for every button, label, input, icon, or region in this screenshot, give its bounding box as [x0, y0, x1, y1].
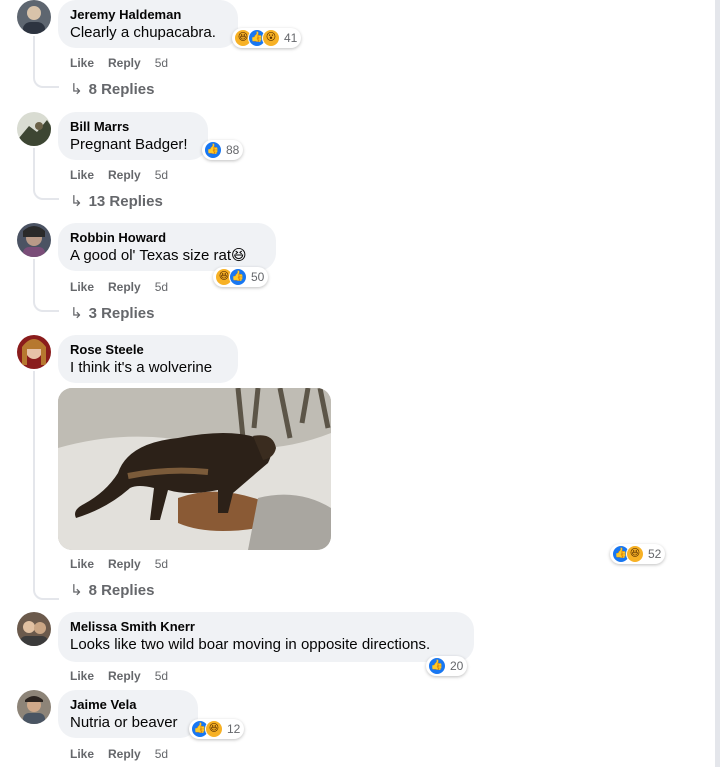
- reply-arrow-icon: ↳: [70, 582, 83, 599]
- replies-count: 13 Replies: [88, 193, 163, 210]
- reaction-summary[interactable]: 😆 👍 50: [213, 267, 269, 287]
- comment-author[interactable]: Robbin Howard: [70, 230, 264, 246]
- thread-line: [33, 371, 35, 587]
- reply-button[interactable]: Reply: [108, 280, 141, 294]
- like-button[interactable]: Like: [70, 747, 94, 761]
- like-button[interactable]: Like: [70, 56, 94, 70]
- reaction-count: 20: [450, 659, 464, 673]
- reply-button[interactable]: Reply: [108, 747, 141, 761]
- thread-line: [33, 186, 59, 200]
- comment-text: Pregnant Badger!: [70, 136, 188, 153]
- like-button[interactable]: Like: [70, 669, 94, 683]
- comment-actions: Like Reply 5d: [70, 747, 182, 761]
- timestamp[interactable]: 5d: [155, 168, 168, 182]
- reaction-count: 50: [251, 270, 265, 284]
- thread-line: [33, 259, 35, 299]
- timestamp[interactable]: 5d: [155, 56, 168, 70]
- like-button[interactable]: Like: [70, 280, 94, 294]
- comment-text: Clearly a chupacabra.: [70, 24, 216, 41]
- reaction-summary[interactable]: 👍 20: [426, 656, 468, 676]
- thread-line: [33, 298, 59, 312]
- timestamp[interactable]: 5d: [155, 557, 168, 571]
- view-replies-link[interactable]: ↳ 8 Replies: [70, 581, 154, 599]
- view-replies-link[interactable]: ↳ 3 Replies: [70, 304, 154, 322]
- comment-bubble: Rose Steele I think it's a wolverine: [58, 335, 238, 383]
- reaction-count: 12: [227, 722, 241, 736]
- like-reaction-icon: 👍: [229, 268, 247, 286]
- reaction-summary[interactable]: 👍 😆 12: [189, 719, 245, 739]
- reaction-summary[interactable]: 👍 😆 52: [610, 544, 666, 564]
- replies-count: 8 Replies: [88, 81, 155, 98]
- thread-line: [33, 74, 59, 88]
- comment-text: A good ol' Texas size rat😆: [70, 247, 247, 264]
- view-replies-link[interactable]: ↳ 8 Replies: [70, 80, 154, 98]
- avatar[interactable]: [17, 112, 51, 146]
- like-reaction-icon: 👍: [428, 657, 446, 675]
- comment-bubble: Melissa Smith Knerr Looks like two wild …: [58, 612, 474, 662]
- comment-actions: Like Reply 5d: [70, 280, 182, 294]
- comment-text: I think it's a wolverine: [70, 359, 213, 376]
- replies-count: 3 Replies: [88, 305, 155, 322]
- timestamp[interactable]: 5d: [155, 747, 168, 761]
- avatar[interactable]: [17, 0, 51, 34]
- comment-actions: Like Reply 5d: [70, 168, 182, 182]
- avatar[interactable]: [17, 335, 51, 369]
- comment-author[interactable]: Rose Steele: [70, 342, 226, 358]
- avatar[interactable]: [17, 223, 51, 257]
- thread-line: [33, 36, 35, 76]
- wow-reaction-icon: 😮: [262, 29, 280, 47]
- reply-button[interactable]: Reply: [108, 56, 141, 70]
- comment-actions: Like Reply 5d: [70, 669, 182, 683]
- reply-button[interactable]: Reply: [108, 557, 141, 571]
- comment-author[interactable]: Melissa Smith Knerr: [70, 619, 462, 635]
- comment-bubble: Jaime Vela Nutria or beaver: [58, 690, 198, 738]
- comment-text: Looks like two wild boar moving in oppos…: [70, 636, 431, 653]
- reaction-count: 88: [226, 143, 240, 157]
- reply-arrow-icon: ↳: [70, 305, 83, 322]
- reply-arrow-icon: ↳: [70, 193, 83, 210]
- avatar[interactable]: [17, 690, 51, 724]
- timestamp[interactable]: 5d: [155, 280, 168, 294]
- reaction-count: 52: [648, 547, 662, 561]
- comment-bubble: Jeremy Haldeman Clearly a chupacabra.: [58, 0, 238, 48]
- like-button[interactable]: Like: [70, 168, 94, 182]
- avatar[interactable]: [17, 612, 51, 646]
- reply-button[interactable]: Reply: [108, 669, 141, 683]
- reply-button[interactable]: Reply: [108, 168, 141, 182]
- comment-author[interactable]: Jaime Vela: [70, 697, 186, 713]
- scrollbar-track[interactable]: [715, 0, 720, 767]
- like-reaction-icon: 👍: [204, 141, 222, 159]
- reaction-summary[interactable]: 👍 88: [202, 140, 244, 160]
- timestamp[interactable]: 5d: [155, 669, 168, 683]
- comment-bubble: Bill Marrs Pregnant Badger!: [58, 112, 208, 160]
- comment-text: Nutria or beaver: [70, 714, 178, 731]
- comment-actions: Like Reply 5d: [70, 557, 182, 571]
- reply-arrow-icon: ↳: [70, 81, 83, 98]
- replies-count: 8 Replies: [88, 582, 155, 599]
- comment-author[interactable]: Jeremy Haldeman: [70, 7, 226, 23]
- view-replies-link[interactable]: ↳ 13 Replies: [70, 192, 163, 210]
- thread-line: [33, 148, 35, 188]
- comment-bubble: Robbin Howard A good ol' Texas size rat😆: [58, 223, 276, 271]
- like-button[interactable]: Like: [70, 557, 94, 571]
- thread-line: [33, 586, 59, 600]
- comment-actions: Like Reply 5d: [70, 56, 182, 70]
- reaction-summary[interactable]: 😆 👍 😮 41: [232, 28, 302, 48]
- comment-author[interactable]: Bill Marrs: [70, 119, 196, 135]
- comment-photo[interactable]: [58, 388, 331, 550]
- haha-reaction-icon: 😆: [205, 720, 223, 738]
- haha-reaction-icon: 😆: [626, 545, 644, 563]
- reaction-count: 41: [284, 31, 298, 45]
